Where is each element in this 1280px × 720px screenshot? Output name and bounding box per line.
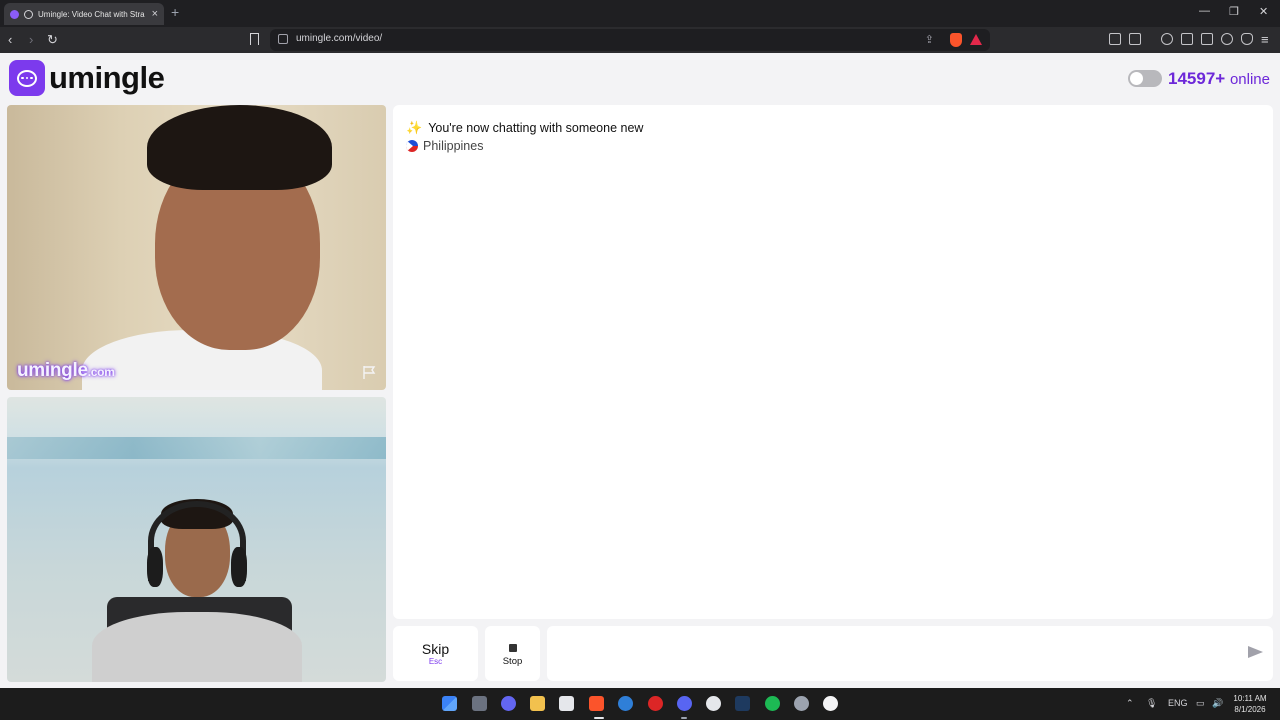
extensions-icon[interactable] [1109, 33, 1121, 45]
minimize-button[interactable]: — [1199, 5, 1210, 17]
maximize-button[interactable]: ❐ [1229, 5, 1239, 18]
clock[interactable]: 10:11 AM 8/1/2026 [1226, 693, 1274, 715]
discord-icon[interactable] [677, 696, 692, 711]
philippines-flag-icon [406, 140, 418, 152]
brave-rewards-icon[interactable] [970, 34, 982, 45]
obs-icon[interactable] [823, 696, 838, 711]
app-red-icon[interactable] [648, 696, 663, 711]
network-icon[interactable]: ▭ [1196, 698, 1205, 709]
volume-icon[interactable]: 🔊 [1212, 698, 1223, 709]
windows-start-icon[interactable] [442, 696, 457, 711]
report-flag-icon[interactable] [362, 365, 376, 380]
leo-ai-icon[interactable] [1221, 33, 1233, 45]
app-blue-icon[interactable] [618, 696, 633, 711]
browser-navbar: ‹ › ↻ umingle.com/video/ ⇪ ≡ [0, 27, 1280, 53]
microphone-icon[interactable]: 🎙 [1146, 698, 1157, 709]
umingle-page: umingle 14597+ online umingle.com ✨ You'… [0, 53, 1280, 716]
reload-icon[interactable]: ↻ [47, 32, 58, 48]
online-label: online [1229, 71, 1270, 88]
copilot-icon[interactable] [501, 696, 516, 711]
spotify-icon[interactable] [765, 696, 780, 711]
umingle-favicon [10, 9, 19, 19]
address-bar[interactable]: umingle.com/video/ ⇪ [270, 29, 990, 51]
self-video [7, 397, 386, 682]
url-text[interactable]: umingle.com/video/ [296, 33, 382, 44]
stranger-video: umingle.com [7, 105, 386, 390]
tab-title: Umingle: Video Chat with Stra [38, 9, 145, 19]
new-tab-button[interactable]: + [171, 4, 179, 20]
chat-bubble-logo-icon[interactable] [9, 60, 45, 96]
brave-shields-icon[interactable] [950, 33, 962, 47]
theme-toggle[interactable] [1128, 70, 1162, 87]
brave-taskbar-icon[interactable] [589, 696, 604, 711]
message-composer [547, 626, 1273, 681]
chat-panel: ✨ You're now chatting with someone new P… [393, 105, 1273, 619]
close-window-button[interactable]: ✕ [1259, 5, 1268, 18]
menu-icon[interactable]: ≡ [1261, 32, 1269, 48]
wallet-icon[interactable] [1201, 33, 1213, 45]
skip-button[interactable]: Skip Esc [393, 626, 478, 681]
share-icon[interactable]: ⇪ [925, 33, 934, 46]
task-view-icon[interactable] [472, 696, 487, 711]
file-explorer-icon[interactable] [530, 696, 545, 711]
message-input[interactable] [557, 638, 1237, 668]
settings-icon[interactable] [794, 696, 809, 711]
clock-date: 8/1/2026 [1234, 705, 1266, 714]
send-icon[interactable] [1248, 646, 1263, 658]
store-icon[interactable] [559, 696, 574, 711]
media-icon[interactable] [1161, 33, 1173, 45]
audio-indicator-icon [24, 9, 33, 19]
stop-button[interactable]: Stop [485, 626, 540, 681]
sparkle-icon: ✨ [406, 120, 423, 135]
steam-icon[interactable] [735, 696, 750, 711]
skip-shortcut-hint: Esc [428, 657, 443, 666]
windows-taskbar: ⌃ 🎙 ENG ▭ 🔊 10:11 AM 8/1/2026 [0, 688, 1280, 720]
sidebar-icon[interactable] [1181, 33, 1193, 45]
openai-icon[interactable] [706, 696, 721, 711]
screenshot-icon[interactable] [1129, 33, 1141, 45]
browser-titlebar: Umingle: Video Chat with Stra × + — ❐ ✕ [0, 0, 1280, 27]
language-indicator[interactable]: ENG [1168, 698, 1188, 708]
back-icon[interactable]: ‹ [8, 32, 12, 48]
stranger-country: Philippines [406, 139, 483, 153]
vpn-icon[interactable] [1241, 33, 1253, 45]
system-message: ✨ You're now chatting with someone new [406, 120, 644, 135]
online-counter: 14597+ online [1168, 69, 1270, 89]
close-tab-icon[interactable]: × [152, 8, 158, 20]
brand-name[interactable]: umingle [49, 60, 165, 96]
bookmark-icon[interactable] [250, 33, 259, 45]
browser-tab[interactable]: Umingle: Video Chat with Stra × [4, 3, 164, 25]
site-info-icon[interactable] [278, 34, 288, 44]
forward-icon[interactable]: › [29, 32, 33, 48]
stop-icon[interactable] [509, 644, 517, 652]
umingle-watermark: umingle.com [17, 360, 115, 381]
online-count: 14597+ [1168, 69, 1226, 88]
clock-time: 10:11 AM [1233, 694, 1267, 703]
tray-overflow-icon[interactable]: ⌃ [1126, 698, 1134, 709]
